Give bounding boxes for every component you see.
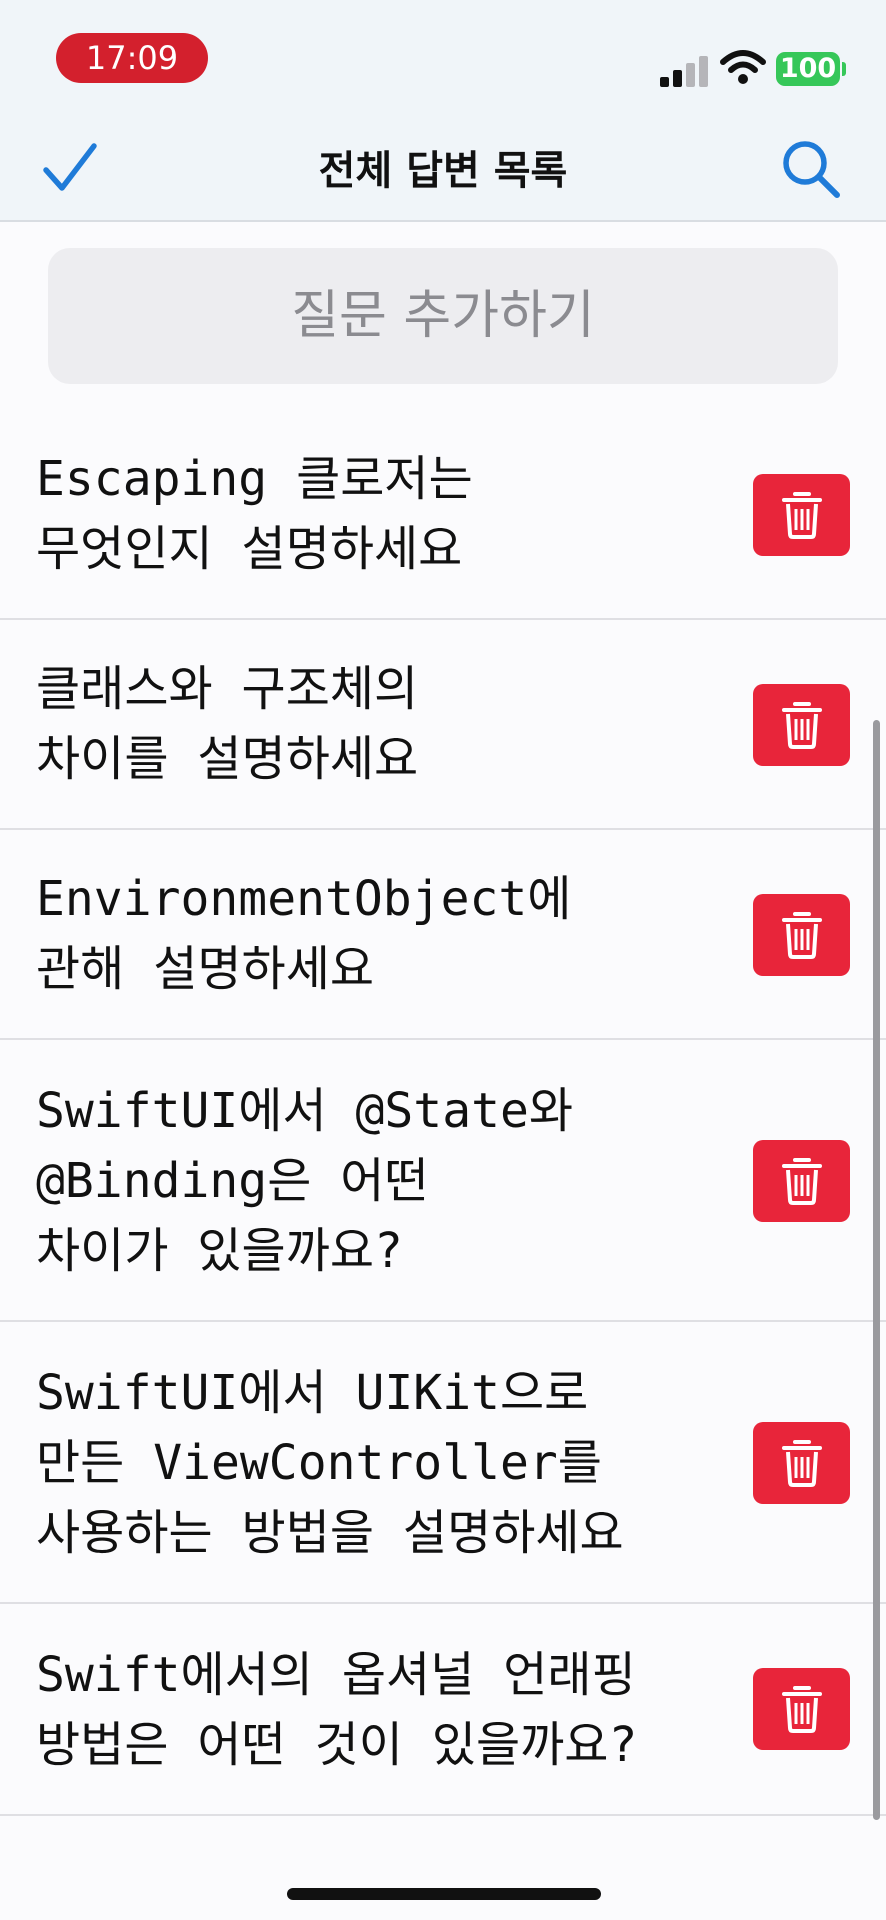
trash-icon [782, 1686, 822, 1733]
question-text: SwiftUI에서 UIKit으로 만든 ViewController를 사용하… [36, 1365, 624, 1561]
question-text: Escaping 클로저는 무엇인지 설명하세요 [36, 451, 473, 577]
trash-icon [782, 912, 822, 959]
battery-icon: 100 [776, 52, 840, 86]
delete-button[interactable] [753, 684, 850, 766]
trash-icon [782, 1440, 822, 1487]
page-title: 전체 답변 목록 [318, 148, 568, 194]
question-text: 클래스와 구조체의 차이를 설명하세요 [36, 661, 419, 787]
delete-button[interactable] [753, 1422, 850, 1504]
search-icon[interactable] [780, 138, 842, 200]
trash-icon [782, 702, 822, 749]
delete-button[interactable] [753, 1140, 850, 1222]
wifi-icon [720, 50, 766, 84]
trash-icon [782, 1158, 822, 1205]
question-text: Swift에서의 옵셔널 언래핑 방법은 어떤 것이 있을까요? [36, 1647, 638, 1773]
question-text: SwiftUI에서 @State와 @Binding은 어떤 차이가 있을까요? [36, 1083, 574, 1279]
trash-icon [782, 492, 822, 539]
delete-button[interactable] [753, 894, 850, 976]
list-item[interactable]: EnvironmentObject에 관해 설명하세요 [0, 830, 886, 1040]
add-question-button[interactable]: 질문 추가하기 [48, 248, 838, 384]
list-item[interactable]: 클래스와 구조체의 차이를 설명하세요 [0, 620, 886, 830]
list-item[interactable]: SwiftUI에서 @State와 @Binding은 어떤 차이가 있을까요? [0, 1040, 886, 1322]
question-list: Escaping 클로저는 무엇인지 설명하세요 클래스와 구조체의 차이를 설… [0, 410, 886, 1816]
list-item[interactable]: Swift에서의 옵셔널 언래핑 방법은 어떤 것이 있을까요? [0, 1604, 886, 1816]
list-item[interactable]: Escaping 클로저는 무엇인지 설명하세요 [0, 410, 886, 620]
question-text: EnvironmentObject에 관해 설명하세요 [36, 871, 572, 997]
home-indicator[interactable] [287, 1888, 601, 1900]
delete-button[interactable] [753, 1668, 850, 1750]
list-item[interactable]: SwiftUI에서 UIKit으로 만든 ViewController를 사용하… [0, 1322, 886, 1604]
cellular-signal-icon [660, 55, 708, 87]
vertical-scrollbar[interactable] [873, 720, 880, 1820]
navigation-bar: 17:09 100 전체 답변 목록 [0, 0, 886, 222]
delete-button[interactable] [753, 474, 850, 556]
status-time: 17:09 [56, 33, 208, 83]
battery-cap [842, 62, 846, 76]
